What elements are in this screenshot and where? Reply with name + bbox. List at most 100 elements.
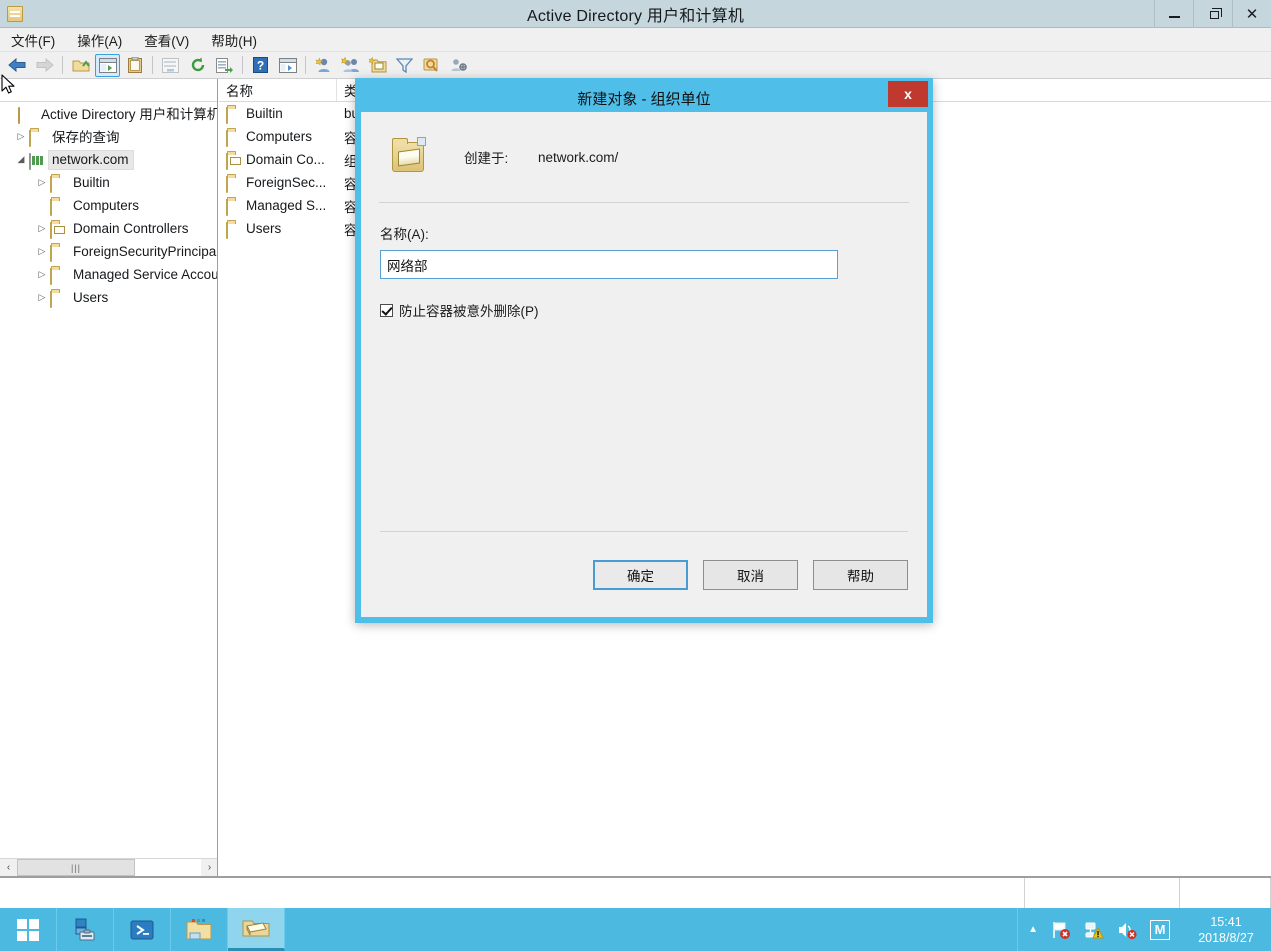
scroll-right-arrow-icon[interactable]: ›: [201, 859, 217, 876]
chevron-right-icon[interactable]: ▷: [13, 125, 29, 148]
refresh-icon[interactable]: [185, 54, 210, 77]
menu-file[interactable]: 文件(F): [0, 27, 66, 53]
column-header-name[interactable]: 名称: [219, 79, 337, 101]
status-bar: [0, 876, 1271, 908]
tree-item-label: Users: [73, 289, 109, 305]
console-root-icon: [18, 106, 34, 124]
menu-action[interactable]: 操作(A): [66, 27, 133, 53]
domain-icon: [29, 152, 45, 170]
tree-horizontal-scrollbar[interactable]: ‹ ||| ›: [0, 858, 217, 876]
chevron-right-icon[interactable]: ▷: [34, 171, 50, 194]
start-button[interactable]: [0, 908, 57, 951]
name-input[interactable]: [380, 250, 838, 279]
folder-icon: [226, 221, 242, 239]
find-icon[interactable]: [419, 54, 444, 77]
tree-item-network-com[interactable]: ◢ network.com: [0, 148, 217, 171]
name-field-label: 名称(A):: [380, 227, 429, 242]
powershell-icon: [130, 920, 154, 939]
ok-button[interactable]: 确定: [593, 559, 688, 590]
taskbar-clock[interactable]: 15:41 2018/8/27: [1183, 914, 1261, 946]
tree-item-console-root[interactable]: ▷ Active Directory 用户和计算机: [0, 102, 217, 125]
scroll-left-arrow-icon[interactable]: ‹: [0, 859, 17, 876]
list-item-label: Managed S...: [246, 198, 327, 213]
help-icon[interactable]: ?: [248, 54, 273, 77]
taskbar-powershell[interactable]: [114, 908, 171, 951]
tree-item-saved-queries[interactable]: ▷ 保存的查询: [0, 125, 217, 148]
show-hide-tree-icon[interactable]: [95, 53, 120, 77]
cancel-button[interactable]: 取消: [703, 559, 798, 590]
minimize-button[interactable]: [1154, 0, 1193, 28]
folder-icon: [50, 175, 66, 193]
tree-item-domain-controllers[interactable]: ▷ Domain Controllers: [0, 217, 217, 240]
letter-m-icon[interactable]: M: [1150, 919, 1170, 940]
new-ou-icon[interactable]: [365, 54, 390, 77]
toolbar-separator: [62, 56, 63, 74]
tree-item-builtin[interactable]: ▷ Builtin: [0, 171, 217, 194]
export-arrow-icon[interactable]: [212, 54, 237, 77]
status-segment-3: [1180, 878, 1271, 908]
network-warning-icon[interactable]: [1084, 920, 1104, 940]
ou-folder-icon: [50, 221, 66, 239]
folder-icon: [50, 244, 66, 262]
list-item-label: Domain Co...: [246, 152, 325, 167]
dialog-created-in-row: 创建于: network.com/: [380, 112, 908, 202]
window-titlebar[interactable]: Active Directory 用户和计算机 ✕: [0, 0, 1271, 28]
tree-pane-header: [0, 79, 217, 102]
status-segment-2: [1025, 878, 1180, 908]
saved-query-icon[interactable]: [446, 54, 471, 77]
chevron-right-icon[interactable]: ▷: [34, 286, 50, 309]
menu-view[interactable]: 查看(V): [133, 27, 200, 53]
list-item-label: Computers: [246, 129, 313, 144]
taskbar-empty-area: [285, 908, 1017, 951]
chevron-down-icon[interactable]: ◢: [13, 148, 29, 171]
folder-icon: [226, 198, 242, 216]
chevron-right-icon[interactable]: ▷: [34, 263, 50, 286]
svg-text:?: ?: [257, 59, 264, 73]
taskbar-file-explorer[interactable]: [171, 908, 228, 951]
chevron-right-icon[interactable]: ▷: [34, 217, 50, 240]
scrollbar-track[interactable]: |||: [17, 859, 201, 876]
window-controls: ✕: [1154, 0, 1271, 28]
scrollbar-thumb[interactable]: |||: [17, 859, 135, 876]
properties-icon[interactable]: [122, 54, 147, 77]
server-manager-icon: [75, 918, 95, 940]
show-hidden-icons-chevron[interactable]: ▲: [1028, 924, 1038, 935]
console-window-icon[interactable]: [275, 54, 300, 77]
close-button[interactable]: ✕: [1232, 0, 1271, 28]
protect-checkbox[interactable]: [380, 303, 393, 317]
tree-body: ▷ Active Directory 用户和计算机 ▷ 保存的查询 ◢ netw…: [0, 102, 217, 309]
restore-button[interactable]: [1193, 0, 1232, 28]
windows-logo-icon: [17, 918, 39, 941]
folder-icon: [226, 129, 242, 147]
back-icon[interactable]: [5, 54, 30, 77]
tree-item-users[interactable]: ▷ Users: [0, 286, 217, 309]
clock-date: 2018/8/27: [1198, 930, 1254, 945]
protect-checkbox-row[interactable]: 防止容器被意外删除(P): [380, 300, 908, 320]
help-button[interactable]: 帮助: [813, 559, 908, 590]
action-center-flag-icon[interactable]: [1051, 920, 1071, 940]
status-segment-main: [0, 878, 1025, 908]
tree-pane: ▷ Active Directory 用户和计算机 ▷ 保存的查询 ◢ netw…: [0, 79, 218, 876]
tree-item-computers[interactable]: ▷ Computers: [0, 194, 217, 217]
new-user-icon[interactable]: [311, 54, 336, 77]
list-item-name-cell: Builtin: [219, 106, 337, 124]
menu-help[interactable]: 帮助(H): [200, 27, 268, 53]
tree-item-managed-service-accounts[interactable]: ▷ Managed Service Accounts: [0, 263, 217, 286]
chevron-right-icon[interactable]: ▷: [34, 240, 50, 263]
ou-object-icon: [392, 137, 426, 172]
tree-item-label: Domain Controllers: [73, 220, 189, 236]
filter-icon[interactable]: [392, 54, 417, 77]
taskbar-ad-users-computers[interactable]: [228, 908, 285, 951]
dialog-body: 创建于: network.com/ 名称(A): 防止容器被意外删除(P) 确定…: [361, 112, 927, 617]
up-one-level-icon[interactable]: [68, 54, 93, 77]
dialog-titlebar[interactable]: 新建对象 - 组织单位 x: [361, 81, 928, 112]
new-group-icon[interactable]: [338, 54, 363, 77]
export-list-icon[interactable]: [158, 54, 183, 77]
tree-item-foreign-security-principals[interactable]: ▷ ForeignSecurityPrincipals: [0, 240, 217, 263]
volume-muted-icon[interactable]: [1117, 920, 1137, 940]
created-in-label: 创建于:: [464, 151, 509, 166]
taskbar-server-manager[interactable]: [57, 908, 114, 951]
forward-icon[interactable]: [32, 54, 57, 77]
dialog-close-button[interactable]: x: [888, 81, 928, 107]
tree-item-label: Active Directory 用户和计算机: [41, 107, 218, 122]
